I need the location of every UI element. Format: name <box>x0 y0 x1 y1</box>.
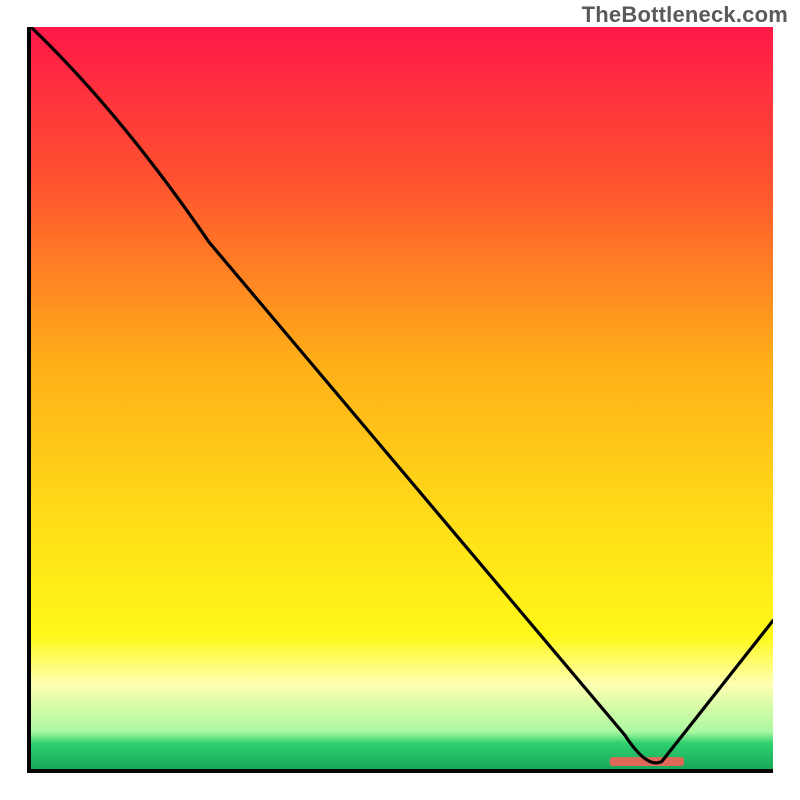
watermark-text: TheBottleneck.com <box>582 2 788 28</box>
chart-container: TheBottleneck.com <box>0 0 800 800</box>
curve-layer <box>31 27 773 769</box>
bottleneck-curve <box>31 27 773 763</box>
plot-area <box>27 27 773 773</box>
